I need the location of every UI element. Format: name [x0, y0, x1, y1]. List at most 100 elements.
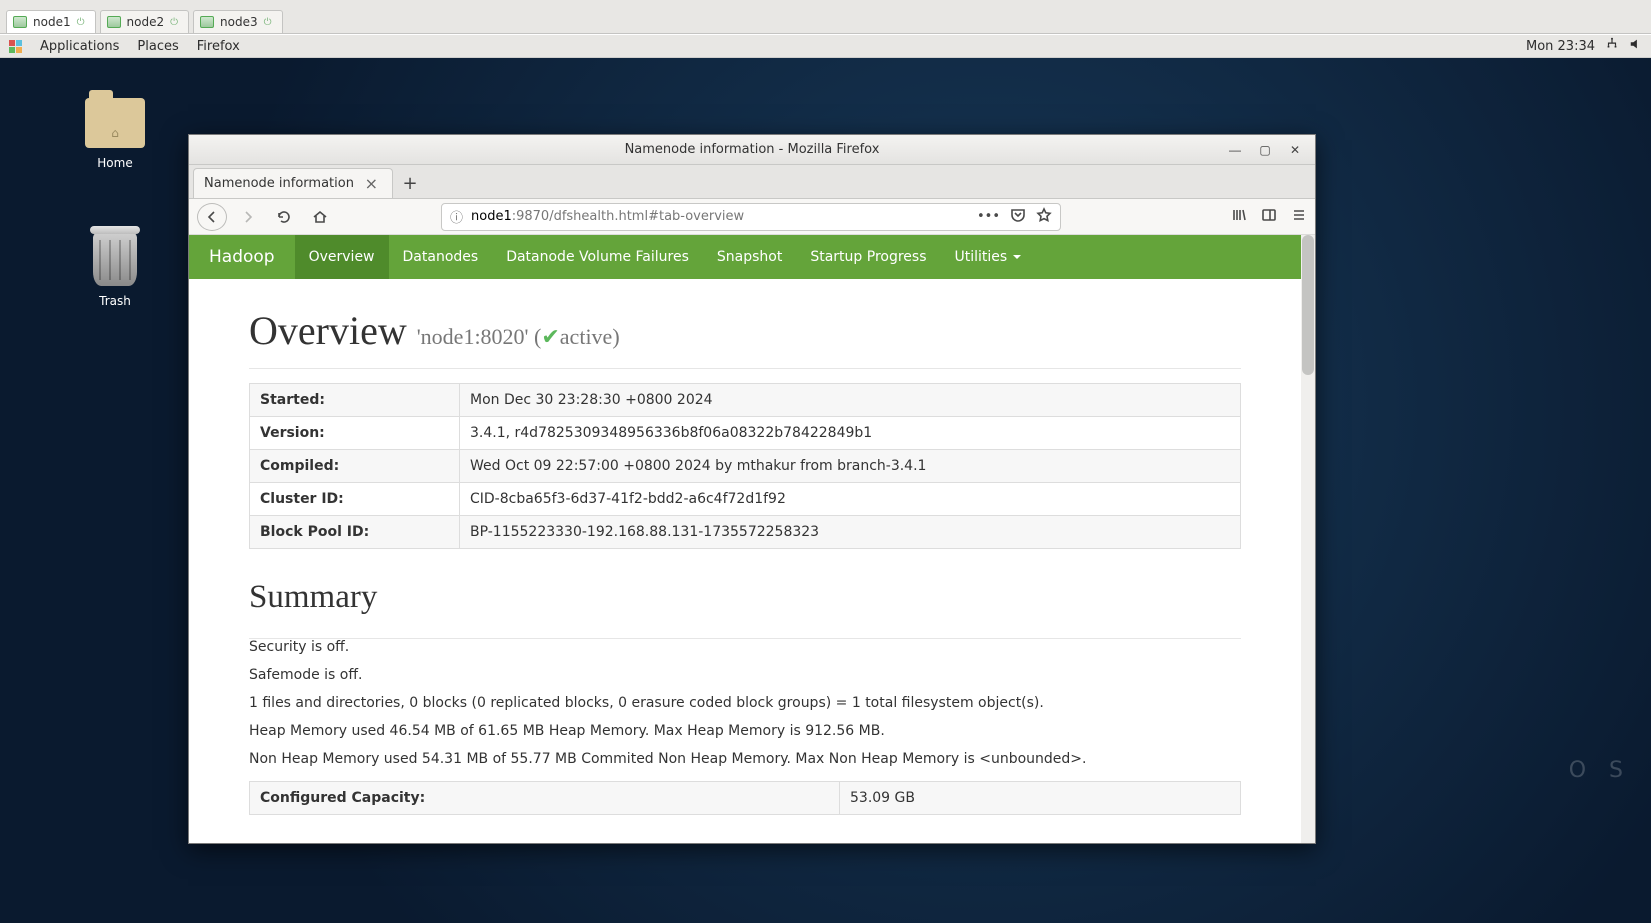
power-icon: ⏻	[77, 17, 85, 28]
folder-icon: ⌂	[85, 98, 145, 148]
monitor-icon	[200, 16, 214, 28]
divider	[249, 368, 1241, 369]
row-value: Mon Dec 30 23:28:30 +0800 2024	[460, 384, 1241, 417]
row-label: Compiled:	[250, 450, 460, 483]
nav-datanode-volume-failures[interactable]: Datanode Volume Failures	[492, 235, 703, 279]
firefox-window: Namenode information - Mozilla Firefox —…	[188, 134, 1316, 844]
window-titlebar[interactable]: Namenode information - Mozilla Firefox —…	[189, 135, 1315, 165]
menu-places[interactable]: Places	[137, 39, 178, 54]
hadoop-navbar: Hadoop Overview Datanodes Datanode Volum…	[189, 235, 1301, 279]
page-viewport: Hadoop Overview Datanodes Datanode Volum…	[189, 235, 1315, 843]
sidebar-icon[interactable]	[1261, 207, 1277, 227]
menu-icon[interactable]	[1291, 207, 1307, 227]
clock[interactable]: Mon 23:34	[1526, 39, 1595, 54]
url-bar[interactable]: ⓘ node1:9870/dfshealth.html#tab-overview…	[441, 203, 1061, 231]
trash-icon	[93, 232, 137, 286]
window-title: Namenode information - Mozilla Firefox	[625, 142, 880, 157]
vm-tab-node1[interactable]: node1 ⏻	[6, 10, 96, 33]
close-icon[interactable]: ×	[361, 174, 382, 193]
browser-tab-strip: Namenode information × +	[189, 165, 1315, 199]
home-button[interactable]	[305, 203, 335, 231]
vm-tab-node3[interactable]: node3 ⏻	[193, 10, 283, 33]
browser-tab-label: Namenode information	[204, 176, 354, 191]
activities-logo-icon[interactable]	[8, 39, 22, 53]
desktop-icon-trash[interactable]: Trash	[70, 232, 160, 308]
summary-line: Security is off.	[249, 639, 1241, 655]
summary-line: Safemode is off.	[249, 667, 1241, 683]
table-row: Cluster ID:CID-8cba65f3-6d37-41f2-bdd2-a…	[250, 483, 1241, 516]
row-value: 3.4.1, r4d7825309348956336b8f06a08322b78…	[460, 417, 1241, 450]
nav-utilities[interactable]: Utilities	[941, 235, 1036, 279]
nav-brand[interactable]: Hadoop	[189, 235, 295, 279]
vm-tab-node2[interactable]: node2 ⏻	[100, 10, 190, 33]
chevron-down-icon	[1013, 255, 1021, 263]
vm-tab-label: node1	[33, 15, 71, 29]
nav-utilities-label: Utilities	[955, 249, 1008, 265]
power-icon: ⏻	[264, 17, 272, 28]
os-watermark: O S	[1569, 758, 1631, 783]
desktop-icon-home[interactable]: ⌂ Home	[70, 98, 160, 170]
url-host: node1	[471, 209, 512, 224]
page-title: Overview 'node1:8020' (✔active)	[249, 307, 1241, 354]
back-button[interactable]	[197, 203, 227, 231]
power-icon: ⏻	[170, 17, 178, 28]
desktop-icon-label: Home	[70, 156, 160, 170]
row-label: Configured Capacity:	[250, 782, 840, 815]
new-tab-button[interactable]: +	[393, 168, 427, 198]
row-value: Wed Oct 09 22:57:00 +0800 2024 by mthaku…	[460, 450, 1241, 483]
row-label: Started:	[250, 384, 460, 417]
network-icon[interactable]	[1605, 37, 1619, 55]
browser-tab[interactable]: Namenode information ×	[193, 168, 393, 198]
overview-table: Started:Mon Dec 30 23:28:30 +0800 2024Ve…	[249, 383, 1241, 549]
close-button[interactable]: ✕	[1281, 139, 1309, 161]
desktop: O S ⌂ Home Trash Namenode information - …	[0, 58, 1651, 923]
row-value: CID-8cba65f3-6d37-41f2-bdd2-a6c4f72d1f92	[460, 483, 1241, 516]
row-label: Version:	[250, 417, 460, 450]
reload-button[interactable]	[269, 203, 299, 231]
browser-toolbar: ⓘ node1:9870/dfshealth.html#tab-overview…	[189, 199, 1315, 235]
info-icon[interactable]: ⓘ	[450, 207, 463, 226]
table-row: Block Pool ID:BP-1155223330-192.168.88.1…	[250, 516, 1241, 549]
nav-datanodes[interactable]: Datanodes	[389, 235, 493, 279]
scrollbar-thumb[interactable]	[1302, 235, 1314, 375]
table-row: Started:Mon Dec 30 23:28:30 +0800 2024	[250, 384, 1241, 417]
home-icon: ⌂	[111, 126, 119, 140]
table-row: Version:3.4.1, r4d7825309348956336b8f06a…	[250, 417, 1241, 450]
vm-tab-strip: node1 ⏻ node2 ⏻ node3 ⏻	[0, 0, 1651, 34]
nav-startup-progress[interactable]: Startup Progress	[796, 235, 940, 279]
volume-icon[interactable]	[1629, 37, 1643, 55]
row-label: Cluster ID:	[250, 483, 460, 516]
table-row: Configured Capacity:53.09 GB	[250, 782, 1241, 815]
menu-firefox[interactable]: Firefox	[197, 39, 240, 54]
row-label: Block Pool ID:	[250, 516, 460, 549]
nav-snapshot[interactable]: Snapshot	[703, 235, 796, 279]
summary-table: Configured Capacity:53.09 GB	[249, 781, 1241, 815]
row-value: BP-1155223330-192.168.88.131-17355722583…	[460, 516, 1241, 549]
check-icon: ✔	[541, 324, 559, 349]
monitor-icon	[107, 16, 121, 28]
vm-tab-label: node2	[127, 15, 165, 29]
maximize-button[interactable]: ▢	[1251, 139, 1279, 161]
menu-applications[interactable]: Applications	[40, 39, 119, 54]
pocket-icon[interactable]	[1010, 207, 1026, 227]
desktop-icon-label: Trash	[70, 294, 160, 308]
page-content: Overview 'node1:8020' (✔active) Started:…	[189, 279, 1301, 815]
summary-text: Security is off. Safemode is off. 1 files …	[249, 639, 1241, 767]
summary-heading: Summary	[249, 579, 1241, 616]
scrollbar[interactable]	[1301, 235, 1315, 843]
monitor-icon	[13, 16, 27, 28]
url-path: :9870/dfshealth.html#tab-overview	[512, 209, 744, 224]
nav-overview[interactable]: Overview	[295, 235, 389, 279]
bookmark-star-icon[interactable]	[1036, 207, 1052, 227]
library-icon[interactable]	[1231, 207, 1247, 227]
table-row: Compiled:Wed Oct 09 22:57:00 +0800 2024 …	[250, 450, 1241, 483]
vm-tab-label: node3	[220, 15, 258, 29]
minimize-button[interactable]: —	[1221, 139, 1249, 161]
row-value: 53.09 GB	[840, 782, 1241, 815]
summary-line: Non Heap Memory used 54.31 MB of 55.77 M…	[249, 751, 1241, 767]
summary-line: Heap Memory used 46.54 MB of 61.65 MB He…	[249, 723, 1241, 739]
summary-line: 1 files and directories, 0 blocks (0 rep…	[249, 695, 1241, 711]
page-actions-button[interactable]: •••	[977, 209, 1000, 224]
forward-button[interactable]	[233, 203, 263, 231]
gnome-top-bar: Applications Places Firefox Mon 23:34	[0, 34, 1651, 58]
